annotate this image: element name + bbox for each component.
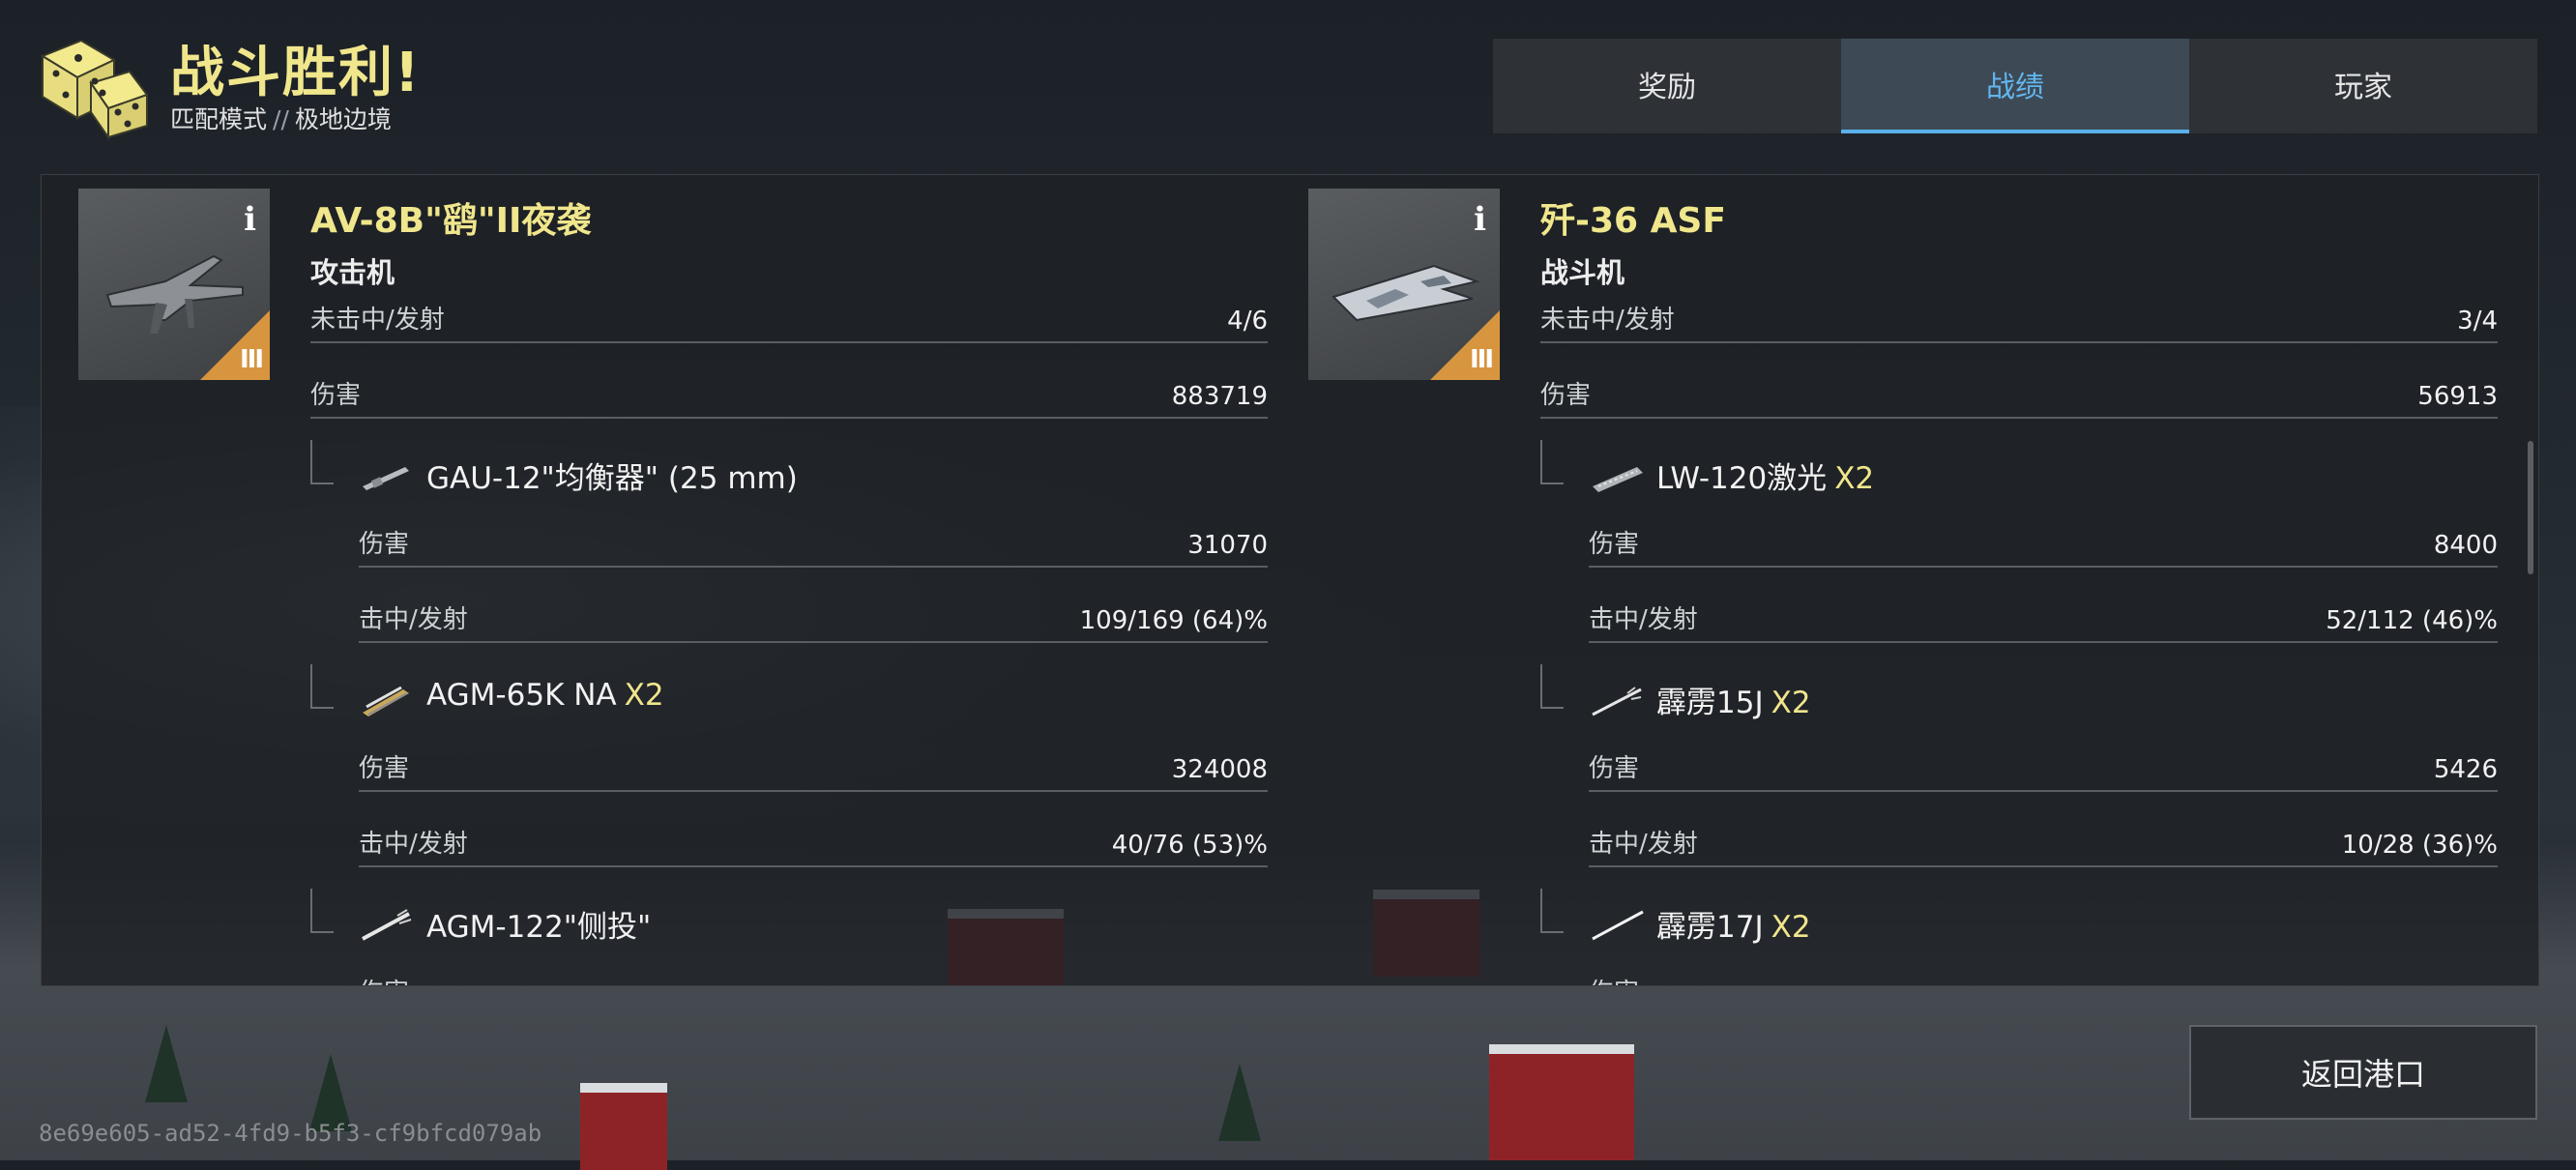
stat-row: 伤害 56913 <box>1540 370 2498 419</box>
tier-label: III <box>239 345 264 374</box>
stat-label: 伤害 <box>359 973 409 985</box>
background-tree <box>1218 1064 1261 1141</box>
stat-label: 伤害 <box>359 530 410 559</box>
stat-value: 324008 <box>1171 755 1268 784</box>
weapon-stat-row: 伤害 8400 <box>1589 519 2498 568</box>
dice-logo-icon <box>40 39 149 141</box>
separator: // <box>273 105 289 133</box>
stat-row: 未击中/发射 4/6 <box>310 295 1268 343</box>
tab-players[interactable]: 玩家 <box>2189 39 2537 133</box>
stat-label: 击中/发射 <box>359 830 468 859</box>
missile-icon <box>1592 910 1644 941</box>
weapon-name: 霹雳17J X2 <box>1656 910 1811 945</box>
stat-label: 伤害 <box>1589 530 1640 559</box>
stat-label: 击中/发射 <box>359 605 468 634</box>
stat-value: 10/28 (36)% <box>2341 831 2498 860</box>
weapon-name: AGM-65K NA X2 <box>426 678 664 713</box>
weapon-stat-row: 伤害 <box>1589 968 2498 985</box>
info-icon[interactable]: i <box>1474 200 1486 239</box>
background-tree <box>145 1025 188 1102</box>
map-name: 极地边境 <box>294 105 392 133</box>
weapon-stat-row: 击中/发射 40/76 (53)% <box>359 819 1268 867</box>
weapon-stat-row: 伤害 324008 <box>359 744 1268 792</box>
stat-label: 伤害 <box>359 754 410 783</box>
stat-value: 40/76 (53)% <box>1111 831 1268 860</box>
vehicle-class: 攻击机 <box>310 256 395 289</box>
weapon-stat-row: 击中/发射 52/112 (46)% <box>1589 595 2498 643</box>
laser-icon <box>1593 467 1643 492</box>
vehicle-name: 歼-36 ASF <box>1540 201 1726 241</box>
tree-connector <box>310 440 334 484</box>
weapon-name: GAU-12"均衡器" (25 mm) <box>426 461 798 496</box>
session-id: 8e69e605-ad52-4fd9-b5f3-cf9bfcd079ab <box>39 1120 542 1147</box>
vehicle-header: AV-8B"鹞"II夜袭 攻击机 <box>310 192 591 291</box>
missile-icon <box>362 909 412 941</box>
tab-stats[interactable]: 战绩 <box>1841 39 2189 133</box>
missile-pod-icon <box>363 686 409 717</box>
stat-label: 击中/发射 <box>1589 605 1698 634</box>
stat-label: 伤害 <box>1540 381 1592 410</box>
tier-label: III <box>1469 345 1494 374</box>
match-info: 匹配模式//极地边境 <box>170 101 392 135</box>
info-icon[interactable]: i <box>244 200 256 239</box>
panel-scrollbar[interactable] <box>2528 441 2533 574</box>
weapon-name: LW-120激光 X2 <box>1656 461 1875 496</box>
vehicle-name: AV-8B"鹞"II夜袭 <box>310 201 592 241</box>
result-tabs: 奖励 战绩 玩家 <box>1493 39 2537 133</box>
stat-label: 伤害 <box>1589 973 1639 985</box>
stat-value: 883719 <box>1171 382 1268 411</box>
weapon-name: AGM-122"侧投" <box>426 910 652 945</box>
stat-label: 伤害 <box>310 381 362 410</box>
stat-label: 击中/发射 <box>1589 830 1698 859</box>
stat-value: 4/6 <box>1227 307 1268 336</box>
vehicle-thumbnail[interactable]: i III <box>1308 189 1500 380</box>
stat-label: 伤害 <box>1589 754 1640 783</box>
missile-icon <box>1592 687 1642 717</box>
tree-connector <box>1540 664 1564 709</box>
background-house <box>1489 1044 1634 1160</box>
return-to-port-button[interactable]: 返回港口 <box>2189 1025 2537 1120</box>
tree-connector <box>310 889 334 933</box>
match-mode: 匹配模式 <box>170 105 268 133</box>
vehicle-thumbnail[interactable]: i III <box>78 189 270 380</box>
weapon-stat-row: 伤害 <box>359 968 1268 985</box>
page-title: 战斗胜利! <box>170 42 422 104</box>
tab-rewards[interactable]: 奖励 <box>1493 39 1841 133</box>
weapon-stat-row: 伤害 5426 <box>1589 744 2498 792</box>
weapon-stat-row: 击中/发射 109/169 (64)% <box>359 595 1268 643</box>
tree-connector <box>1540 440 1564 484</box>
weapon-name: 霹雳15J X2 <box>1656 686 1811 720</box>
stat-value: 52/112 (46)% <box>2326 606 2498 635</box>
stat-value: 8400 <box>2433 531 2498 560</box>
stat-row: 伤害 883719 <box>310 370 1268 419</box>
stat-value: 31070 <box>1187 531 1268 560</box>
vehicle-class: 战斗机 <box>1540 256 1625 289</box>
vehicle-header: 歼-36 ASF 战斗机 <box>1540 192 1726 291</box>
weapon-stat-row: 击中/发射 10/28 (36)% <box>1589 819 2498 867</box>
stat-value: 3/4 <box>2457 307 2498 336</box>
background-house <box>580 1083 667 1170</box>
stat-value: 109/169 (64)% <box>1079 606 1268 635</box>
stat-row: 未击中/发射 3/4 <box>1540 295 2498 343</box>
stat-label: 未击中/发射 <box>310 306 445 335</box>
weapon-stat-row: 伤害 31070 <box>359 519 1268 568</box>
stats-panel[interactable]: i III AV-8B"鹞"II夜袭 攻击机 未击中/发射 4/6 伤害 883… <box>41 174 2539 986</box>
tree-connector <box>1540 889 1564 933</box>
stat-value: 56913 <box>2417 382 2498 411</box>
stat-value: 5426 <box>2433 755 2498 784</box>
tree-connector <box>310 664 334 709</box>
stat-label: 未击中/发射 <box>1540 306 1675 335</box>
cannon-icon <box>363 467 409 490</box>
